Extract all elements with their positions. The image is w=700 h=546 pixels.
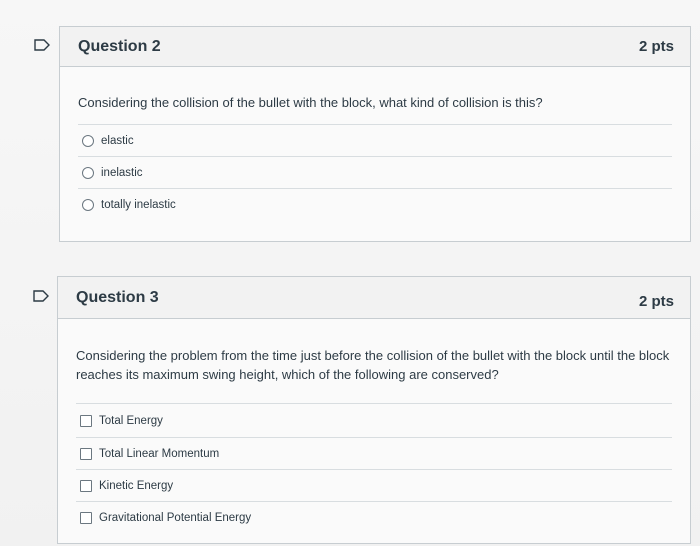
answer-option[interactable]: inelastic <box>78 156 672 188</box>
question-3-text: Considering the problem from the time ju… <box>76 348 670 382</box>
question-3-points: 2 pts <box>638 293 674 310</box>
answer-option[interactable]: elastic <box>78 124 672 156</box>
answer-option[interactable]: Kinetic Energy <box>76 469 672 501</box>
answer-option[interactable]: Gravitational Potential Energy <box>76 501 672 533</box>
answer-label: inelastic <box>101 166 143 179</box>
question-3-answers: Total Energy Total Linear Momentum Kinet… <box>76 403 672 533</box>
question-3-body: Considering the problem from the time ju… <box>58 319 690 533</box>
question-3-title: Question 3 <box>76 288 159 306</box>
radio-button[interactable] <box>82 198 94 211</box>
question-3-header: Question 3 2 pts <box>58 277 690 319</box>
answer-label: Total Energy <box>99 414 163 427</box>
checkbox[interactable] <box>80 414 92 427</box>
question-2-text: Considering the collision of the bullet … <box>78 95 543 110</box>
answer-label: elastic <box>101 134 134 147</box>
flag-question-3-icon[interactable] <box>33 290 49 302</box>
quiz-page: Question 2 2 pts Considering the collisi… <box>0 0 700 546</box>
radio-button[interactable] <box>82 134 94 147</box>
checkbox[interactable] <box>80 511 92 524</box>
question-2-card: Question 2 2 pts Considering the collisi… <box>59 26 691 242</box>
flag-question-2-icon[interactable] <box>34 39 50 51</box>
question-2-answers: elastic inelastic totally inelastic <box>78 124 672 220</box>
question-2-header: Question 2 2 pts <box>60 27 690 67</box>
question-3-card: Question 3 2 pts Considering the problem… <box>57 276 691 544</box>
question-2-points: 2 pts <box>638 38 674 55</box>
radio-button[interactable] <box>82 166 94 179</box>
answer-option[interactable]: totally inelastic <box>78 188 672 220</box>
question-2-title: Question 2 <box>78 37 161 55</box>
checkbox[interactable] <box>80 447 92 460</box>
answer-option[interactable]: Total Linear Momentum <box>76 437 672 469</box>
answer-label: Gravitational Potential Energy <box>99 511 252 524</box>
answer-option[interactable]: Total Energy <box>76 403 672 437</box>
answer-label: Kinetic Energy <box>99 479 174 492</box>
question-2-body: Considering the collision of the bullet … <box>60 67 690 220</box>
checkbox[interactable] <box>80 479 92 492</box>
answer-label: Total Linear Momentum <box>99 447 220 460</box>
answer-label: totally inelastic <box>101 198 176 211</box>
